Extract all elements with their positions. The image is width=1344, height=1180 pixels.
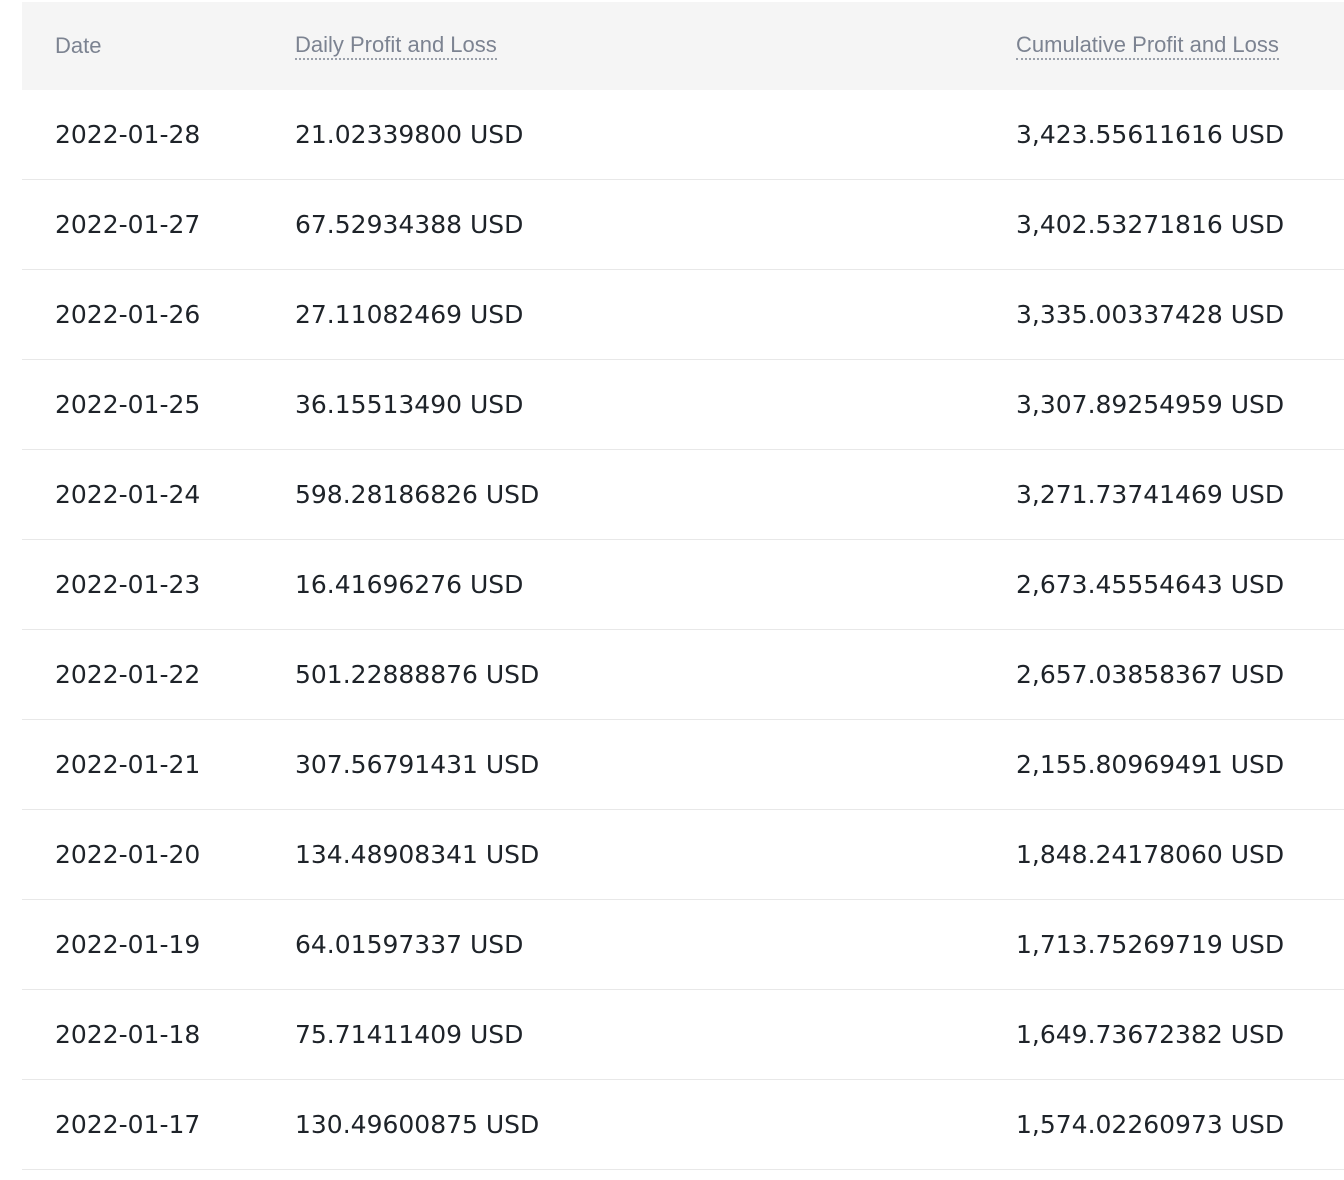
table-row: 2022-01-21 307.56791431 USD 2,155.80969491… [22,720,1344,810]
table-row: 2022-01-26 27.11082469 USD 3,335.00337428 … [22,270,1344,360]
table-row: 2022-01-17 130.49600875 USD 1,574.02260973… [22,1080,1344,1170]
row-cumulative-pnl: 1,713.75269719 USD [1016,930,1285,959]
header-cumulative-pnl[interactable]: Cumulative Profit and Loss [1016,31,1279,60]
table-row: 2022-01-23 16.41696276 USD 2,673.45554643 … [22,540,1344,630]
row-daily-pnl: 64.01597337 USD [295,930,524,959]
table-row: 2022-01-24 598.28186826 USD 3,271.73741469… [22,450,1344,540]
row-date: 2022-01-20 [55,840,201,869]
row-cumulative-pnl: 2,657.03858367 USD [1016,660,1285,689]
table-row: 2022-01-27 67.52934388 USD 3,402.53271816 … [22,180,1344,270]
row-cumulative-pnl: 2,155.80969491 USD [1016,750,1285,779]
row-daily-pnl: 75.71411409 USD [295,1020,524,1049]
row-cumulative-pnl: 2,673.45554643 USD [1016,570,1285,599]
row-cumulative-pnl: 1,649.73672382 USD [1016,1020,1285,1049]
pnl-table: Date Daily Profit and Loss Cumulative Pr… [22,2,1344,1170]
table-row: 2022-01-19 64.01597337 USD 1,713.75269719 … [22,900,1344,990]
row-cumulative-pnl: 3,423.55611616 USD [1016,120,1285,149]
row-cumulative-pnl: 3,271.73741469 USD [1016,480,1285,509]
row-daily-pnl: 130.49600875 USD [295,1110,540,1139]
row-daily-pnl: 21.02339800 USD [295,120,524,149]
table-body: 2022-01-28 21.02339800 USD 3,423.55611616 … [22,90,1344,1170]
row-date: 2022-01-25 [55,390,201,419]
table-row: 2022-01-25 36.15513490 USD 3,307.89254959 … [22,360,1344,450]
table-header: Date Daily Profit and Loss Cumulative Pr… [22,2,1344,90]
row-date: 2022-01-21 [55,750,201,779]
table-row: 2022-01-18 75.71411409 USD 1,649.73672382 … [22,990,1344,1080]
row-daily-pnl: 501.22888876 USD [295,660,540,689]
table-row: 2022-01-28 21.02339800 USD 3,423.55611616 … [22,90,1344,180]
row-date: 2022-01-24 [55,480,201,509]
row-cumulative-pnl: 1,574.02260973 USD [1016,1110,1285,1139]
row-date: 2022-01-17 [55,1110,201,1139]
row-daily-pnl: 16.41696276 USD [295,570,524,599]
row-cumulative-pnl: 3,402.53271816 USD [1016,210,1285,239]
row-date: 2022-01-23 [55,570,201,599]
row-date: 2022-01-22 [55,660,201,689]
row-cumulative-pnl: 3,307.89254959 USD [1016,390,1285,419]
row-date: 2022-01-27 [55,210,201,239]
row-cumulative-pnl: 1,848.24178060 USD [1016,840,1285,869]
header-date: Date [55,33,102,58]
row-daily-pnl: 27.11082469 USD [295,300,524,329]
row-date: 2022-01-19 [55,930,201,959]
row-date: 2022-01-18 [55,1020,201,1049]
row-daily-pnl: 134.48908341 USD [295,840,540,869]
row-daily-pnl: 598.28186826 USD [295,480,540,509]
row-daily-pnl: 67.52934388 USD [295,210,524,239]
table-row: 2022-01-22 501.22888876 USD 2,657.03858367… [22,630,1344,720]
table-row: 2022-01-20 134.48908341 USD 1,848.24178060… [22,810,1344,900]
header-daily-pnl[interactable]: Daily Profit and Loss [295,31,497,60]
row-date: 2022-01-26 [55,300,201,329]
row-daily-pnl: 307.56791431 USD [295,750,540,779]
row-daily-pnl: 36.15513490 USD [295,390,524,419]
row-cumulative-pnl: 3,335.00337428 USD [1016,300,1285,329]
row-date: 2022-01-28 [55,120,201,149]
